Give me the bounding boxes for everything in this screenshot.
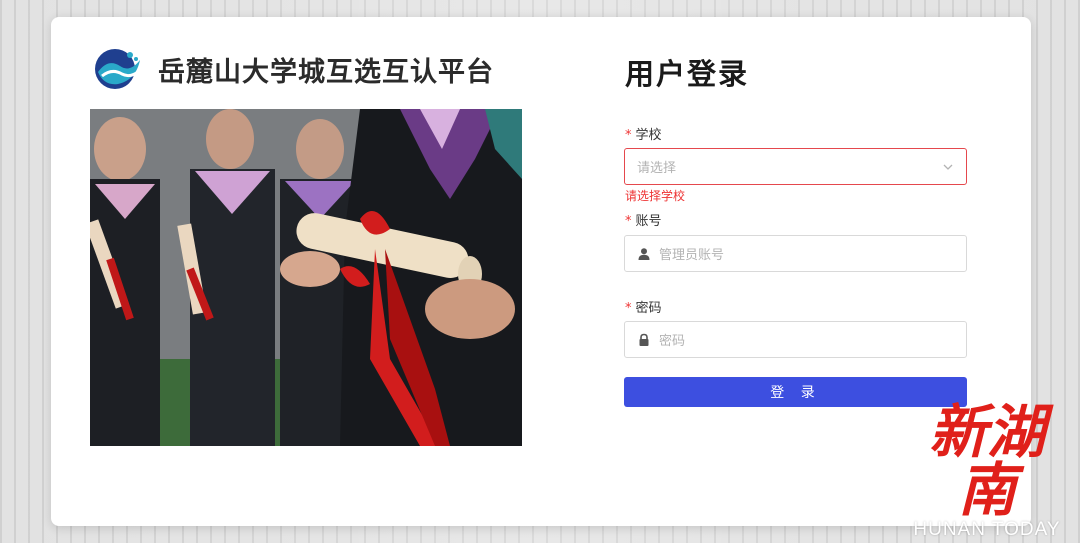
lock-icon [639,333,649,346]
graduation-photo [90,109,522,446]
user-icon [638,247,650,260]
password-label: * 密码 [625,297,662,316]
school-label: * 学校 [625,124,662,143]
account-placeholder: 管理员账号 [659,248,725,263]
account-input[interactable]: 管理员账号 [624,235,967,272]
login-card: 岳麓山大学城互选互认平台 用户登录 * 学校 请选择 请选择学校 * 账号 管理… [51,17,1031,526]
watermark-en: HUNAN TODAY [913,519,1061,540]
wave-logo-icon [95,49,140,89]
required-mark: * [625,301,632,316]
chevron-down-icon [943,164,953,170]
school-select-placeholder: 请选择 [637,161,677,176]
watermark-cn: 新湖南 [928,398,1045,524]
password-placeholder: 密码 [659,334,686,349]
password-input[interactable]: 密码 [624,321,967,358]
hunan-today-watermark: 新湖南 HUNAN TODAY [902,403,1072,541]
school-error-message: 请选择学校 [625,189,686,203]
brand-header: 岳麓山大学城互选互认平台 [90,46,494,92]
school-select[interactable]: 请选择 [624,148,967,185]
account-label-text: 账号 [635,214,662,229]
school-label-text: 学校 [635,128,662,143]
login-title: 用户登录 [625,57,750,91]
required-mark: * [625,128,632,143]
password-label-text: 密码 [635,301,662,316]
required-mark: * [625,214,632,229]
platform-title: 岳麓山大学城互选互认平台 [158,56,494,88]
account-label: * 账号 [625,210,662,229]
